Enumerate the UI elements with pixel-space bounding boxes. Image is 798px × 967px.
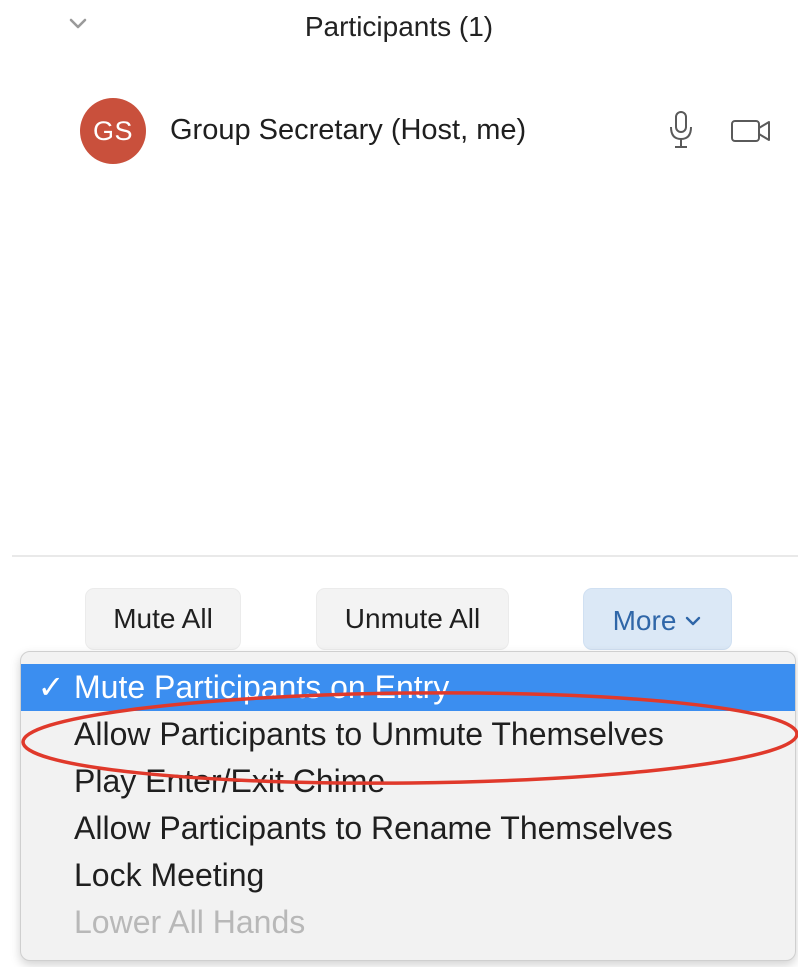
mute-all-button[interactable]: Mute All xyxy=(85,588,241,650)
menu-item-play-enter-exit-chime[interactable]: Play Enter/Exit Chime xyxy=(21,758,795,805)
menu-item-label: Allow Participants to Unmute Themselves xyxy=(74,716,664,752)
participant-row[interactable]: GS Group Secretary (Host, me) xyxy=(80,98,780,164)
menu-item-label: Mute Participants on Entry xyxy=(74,669,450,705)
more-button-label: More xyxy=(612,604,677,636)
menu-item-label: Lock Meeting xyxy=(74,857,265,893)
menu-item-label: Lower All Hands xyxy=(74,904,306,940)
panel-title: Participants (1) xyxy=(304,11,494,42)
microphone-icon[interactable] xyxy=(667,110,695,150)
menu-item-label: Allow Participants to Rename Themselves xyxy=(74,810,673,846)
avatar: GS xyxy=(80,98,146,164)
divider xyxy=(12,555,798,557)
menu-item-allow-rename-themselves[interactable]: Allow Participants to Rename Themselves xyxy=(21,805,795,852)
menu-item-allow-unmute-themselves[interactable]: Allow Participants to Unmute Themselves xyxy=(21,711,795,758)
menu-item-lock-meeting[interactable]: Lock Meeting xyxy=(21,852,795,899)
more-button[interactable]: More xyxy=(583,588,732,650)
menu-item-lower-all-hands: Lower All Hands xyxy=(21,899,795,946)
more-dropdown-menu: ✓ Mute Participants on Entry Allow Parti… xyxy=(20,651,796,961)
participant-name: Group Secretary (Host, me) xyxy=(170,114,527,146)
menu-item-mute-participants-on-entry[interactable]: ✓ Mute Participants on Entry xyxy=(21,664,795,711)
checkmark-icon: ✓ xyxy=(37,669,65,705)
unmute-all-button[interactable]: Unmute All xyxy=(316,588,509,650)
video-camera-icon[interactable] xyxy=(730,118,772,144)
participants-panel: Participants (1) GS Group Secretary (Hos… xyxy=(0,0,798,967)
menu-item-label: Play Enter/Exit Chime xyxy=(74,763,386,799)
chevron-down-icon xyxy=(686,616,701,625)
